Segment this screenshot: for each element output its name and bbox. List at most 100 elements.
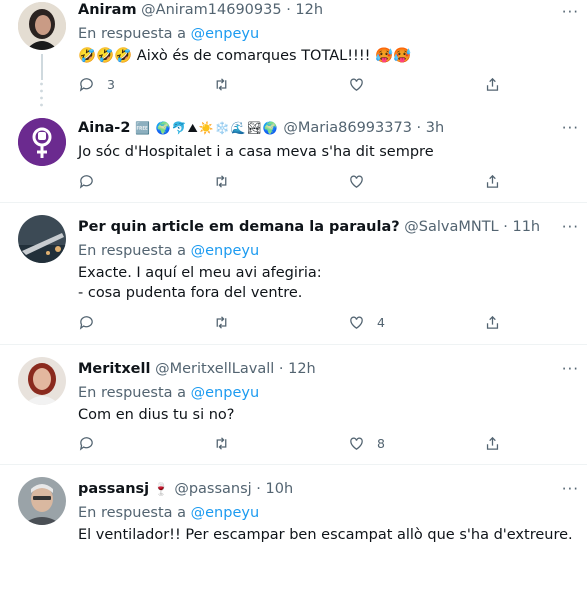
more-options-button[interactable]: ··· <box>562 3 579 21</box>
heart-icon <box>350 78 363 91</box>
more-options-button[interactable]: ··· <box>562 119 579 137</box>
reply-button[interactable] <box>78 173 107 190</box>
like-button[interactable]: 4 <box>348 314 385 331</box>
tweet-text: Exacte. I aquí el meu avi afegiria: - co… <box>78 265 322 301</box>
avatar[interactable] <box>18 477 66 525</box>
separator: · <box>278 361 284 377</box>
heart-icon <box>350 316 363 329</box>
tweet-aina-2[interactable]: Aina-2 🆓 🌍🐬⛰☀️❄️🌊🏞🌍 @Maria86993373 · 3h … <box>0 108 587 203</box>
more-options-button[interactable]: ··· <box>562 480 579 498</box>
retweet-icon <box>216 78 227 91</box>
share-icon <box>486 315 499 329</box>
heart-icon <box>350 175 363 188</box>
action-bar: 8 <box>78 435 508 455</box>
reply-mention[interactable]: @enpeyu <box>191 26 260 42</box>
reply-prefix: En respuesta a <box>78 26 187 42</box>
retweet-button[interactable] <box>213 435 242 452</box>
tweet-passansj[interactable]: passansj 🍷 @passansj · 10h En respuesta … <box>0 465 587 591</box>
retweet-button[interactable] <box>213 173 242 190</box>
avatar[interactable] <box>18 357 66 405</box>
reply-icon <box>79 316 93 330</box>
reply-button[interactable] <box>78 314 107 331</box>
author-name[interactable]: Aina-2 <box>78 120 130 136</box>
heart-icon <box>350 437 363 450</box>
action-bar: 4 <box>78 314 508 334</box>
tweet-feed: Aniram @Aniram14690935 · 12h En respuest… <box>0 0 587 591</box>
thread-line <box>41 54 43 80</box>
reply-context: En respuesta a @enpeyu <box>78 241 573 261</box>
avatar[interactable] <box>18 2 66 50</box>
like-button[interactable] <box>348 173 377 190</box>
tweet-header: Aina-2 🆓 🌍🐬⛰☀️❄️🌊🏞🌍 @Maria86993373 · 3h <box>78 118 573 138</box>
avatar[interactable] <box>18 215 66 263</box>
tweet-text: El ventilador!! Per escampar ben escampa… <box>78 527 573 543</box>
avatar[interactable] <box>18 118 66 166</box>
reply-context: En respuesta a @enpeyu <box>78 24 573 44</box>
separator: · <box>286 2 291 18</box>
tweet-text: Jo sóc d'Hospitalet i a casa meva s'ha d… <box>78 144 434 160</box>
author-handle[interactable]: @passansj <box>174 481 251 497</box>
retweet-icon <box>216 437 227 450</box>
tweet-header: Meritxell @MeritxellLavall · 12h <box>78 359 573 379</box>
tweet-salvamntl[interactable]: Per quin article em demana la paraula? @… <box>0 203 587 345</box>
share-icon <box>486 77 499 91</box>
timestamp[interactable]: 12h <box>288 361 316 377</box>
tweet-text: 🤣🤣🤣 Això és de comarques TOTAL!!!! 🥵🥵 <box>78 48 412 64</box>
tweet-aniram[interactable]: Aniram @Aniram14690935 · 12h En respuest… <box>0 0 587 108</box>
thread-dots <box>40 82 43 107</box>
like-button[interactable]: 8 <box>348 435 385 452</box>
name-emojis: 🆓 🌍🐬⛰☀️❄️🌊🏞🌍 <box>135 121 279 135</box>
reply-icon <box>79 175 93 189</box>
like-count: 8 <box>377 436 385 451</box>
author-name[interactable]: Aniram <box>78 2 137 18</box>
retweet-button[interactable] <box>213 76 242 93</box>
author-name[interactable]: Per quin article em demana la paraula? <box>78 219 400 235</box>
timestamp[interactable]: 10h <box>266 481 294 497</box>
more-options-button[interactable]: ··· <box>562 360 579 378</box>
author-handle[interactable]: @MeritxellLavall <box>155 361 274 377</box>
reply-button[interactable]: 3 <box>78 76 115 93</box>
tweet-text: Com en dius tu si no? <box>78 407 235 423</box>
author-handle[interactable]: @SalvaMNTL <box>404 219 498 235</box>
reply-context: En respuesta a @enpeyu <box>78 383 573 403</box>
tweet-header: Aniram @Aniram14690935 · 12h <box>78 0 573 20</box>
reply-icon <box>79 78 93 92</box>
tweet-meritxell[interactable]: Meritxell @MeritxellLavall · 12h En resp… <box>0 345 587 465</box>
reply-prefix: En respuesta a <box>78 385 187 401</box>
separator: · <box>416 120 422 136</box>
share-icon <box>486 436 499 450</box>
author-name[interactable]: passansj <box>78 481 149 497</box>
author-handle[interactable]: @Aniram14690935 <box>141 2 281 18</box>
retweet-icon <box>216 316 227 329</box>
share-button[interactable] <box>484 173 501 190</box>
tweet-header: passansj 🍷 @passansj · 10h <box>78 479 573 499</box>
reply-mention[interactable]: @enpeyu <box>191 243 260 259</box>
author-handle[interactable]: @Maria86993373 <box>283 120 412 136</box>
action-bar <box>78 173 508 193</box>
reply-button[interactable] <box>78 435 107 452</box>
reply-prefix: En respuesta a <box>78 505 187 521</box>
separator: · <box>256 481 261 497</box>
timestamp[interactable]: 11h <box>512 219 540 235</box>
retweet-button[interactable] <box>213 314 242 331</box>
reply-icon <box>79 437 93 451</box>
reply-prefix: En respuesta a <box>78 243 187 259</box>
retweet-icon <box>216 175 227 188</box>
share-button[interactable] <box>484 76 501 93</box>
action-bar: 3 <box>78 76 508 96</box>
share-icon <box>486 174 499 188</box>
timestamp[interactable]: 12h <box>295 2 323 18</box>
reply-context: En respuesta a @enpeyu <box>78 503 573 523</box>
share-button[interactable] <box>484 435 501 452</box>
like-button[interactable] <box>348 76 377 93</box>
reply-mention[interactable]: @enpeyu <box>191 505 260 521</box>
name-emojis: 🍷 <box>153 482 170 496</box>
author-name[interactable]: Meritxell <box>78 361 150 377</box>
like-count: 4 <box>377 315 385 330</box>
tweet-header: Per quin article em demana la paraula? @… <box>78 217 573 237</box>
more-options-button[interactable]: ··· <box>562 218 579 236</box>
share-button[interactable] <box>484 314 501 331</box>
timestamp[interactable]: 3h <box>426 120 444 136</box>
reply-mention[interactable]: @enpeyu <box>191 385 260 401</box>
separator: · <box>503 219 508 235</box>
